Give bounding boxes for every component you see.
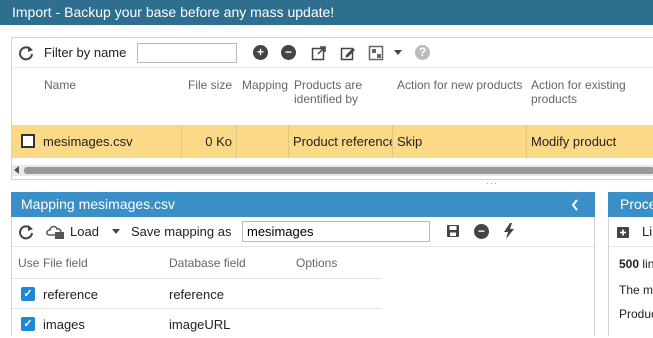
load-button[interactable]: Load — [70, 224, 99, 239]
cell-mapping — [237, 125, 289, 158]
add-file-icon[interactable] — [616, 225, 630, 239]
col-header-database-field: Database field — [169, 256, 246, 270]
mapping-panel: Load Save mapping as − Use File field Da… — [11, 217, 595, 336]
refresh-icon[interactable] — [18, 45, 34, 61]
use-checkbox[interactable]: ✓ — [21, 317, 35, 331]
col-header-identified-by[interactable]: Products are identified by — [294, 78, 384, 106]
import-toolbar: Filter by name + − ? — [12, 38, 653, 68]
process-toolbar: Li — [609, 217, 653, 247]
cell-new-action: Skip — [393, 125, 527, 158]
process-panel-header: Process — [608, 192, 653, 217]
cell-identified-by: Product reference — [289, 125, 393, 158]
col-header-file-field: File field — [43, 256, 88, 270]
filter-input[interactable] — [137, 43, 237, 63]
col-header-new-action[interactable]: Action for new products — [397, 78, 522, 92]
col-header-file-size[interactable]: File size — [188, 78, 232, 92]
row-checkbox[interactable] — [21, 134, 35, 148]
cell-existing-action: Modify product — [531, 134, 617, 149]
mapping-panel-header: Mapping mesimages.csv — [11, 192, 595, 217]
process-message: The m — [619, 283, 653, 297]
filter-label: Filter by name — [44, 45, 127, 60]
mapping-title: Mapping mesimages.csv — [21, 196, 176, 212]
table-row[interactable]: mesimages.csv 0 Ko Product reference Ski… — [12, 125, 653, 158]
grid-icon[interactable] — [368, 45, 384, 61]
import-files-panel: Filter by name + − ? Name File size Mapp… — [11, 37, 653, 180]
file-field: reference — [43, 287, 98, 302]
database-field[interactable]: reference — [169, 287, 224, 302]
col-header-existing-action[interactable]: Action for existing products — [531, 78, 641, 106]
save-icon[interactable] — [446, 224, 460, 238]
col-header-mapping[interactable]: Mapping — [242, 78, 288, 92]
scrollbar-thumb[interactable] — [24, 167, 653, 174]
add-icon[interactable]: + — [253, 45, 268, 60]
help-icon[interactable]: ? — [415, 45, 430, 60]
process-button[interactable]: Li — [642, 224, 652, 239]
line-count-text: 500 lines — [619, 257, 653, 271]
mapping-row: ✓ images imageURL — [12, 308, 382, 338]
use-checkbox[interactable]: ✓ — [21, 287, 35, 301]
remove-icon[interactable]: − — [281, 45, 296, 60]
file-field: images — [43, 317, 85, 332]
mapping-row: ✓ reference reference — [12, 278, 382, 308]
col-header-name[interactable]: Name — [44, 78, 76, 92]
line-count: 500 — [619, 257, 640, 271]
window-title: Import - Backup your base before any mas… — [0, 0, 653, 25]
lightning-icon[interactable] — [503, 223, 515, 239]
collapse-left-icon[interactable] — [571, 199, 579, 211]
chevron-down-icon[interactable] — [112, 229, 120, 235]
scroll-left-icon[interactable] — [14, 166, 19, 174]
chevron-down-icon[interactable] — [394, 50, 402, 56]
refresh-icon[interactable] — [18, 224, 34, 240]
delete-mapping-icon[interactable]: − — [474, 224, 489, 239]
process-panel: Li 500 lines The m Produc — [608, 217, 653, 336]
database-field[interactable]: imageURL — [169, 317, 230, 332]
process-message: Produc — [619, 307, 653, 321]
export-icon[interactable] — [311, 45, 327, 61]
cell-file-size: 0 Ko — [182, 125, 237, 158]
col-header-use: Use — [18, 256, 40, 270]
edit-icon[interactable] — [340, 45, 356, 61]
save-mapping-label: Save mapping as — [131, 224, 232, 239]
load-icon[interactable] — [46, 224, 66, 240]
line-word: lines — [642, 257, 653, 271]
col-header-options: Options — [296, 256, 338, 270]
mapping-name-input[interactable] — [242, 221, 430, 242]
splitter-handle[interactable]: ··· — [486, 179, 498, 188]
cell-name: mesimages.csv — [39, 125, 182, 158]
mapping-toolbar: Load Save mapping as − — [12, 217, 594, 247]
horizontal-scrollbar[interactable] — [12, 165, 653, 176]
